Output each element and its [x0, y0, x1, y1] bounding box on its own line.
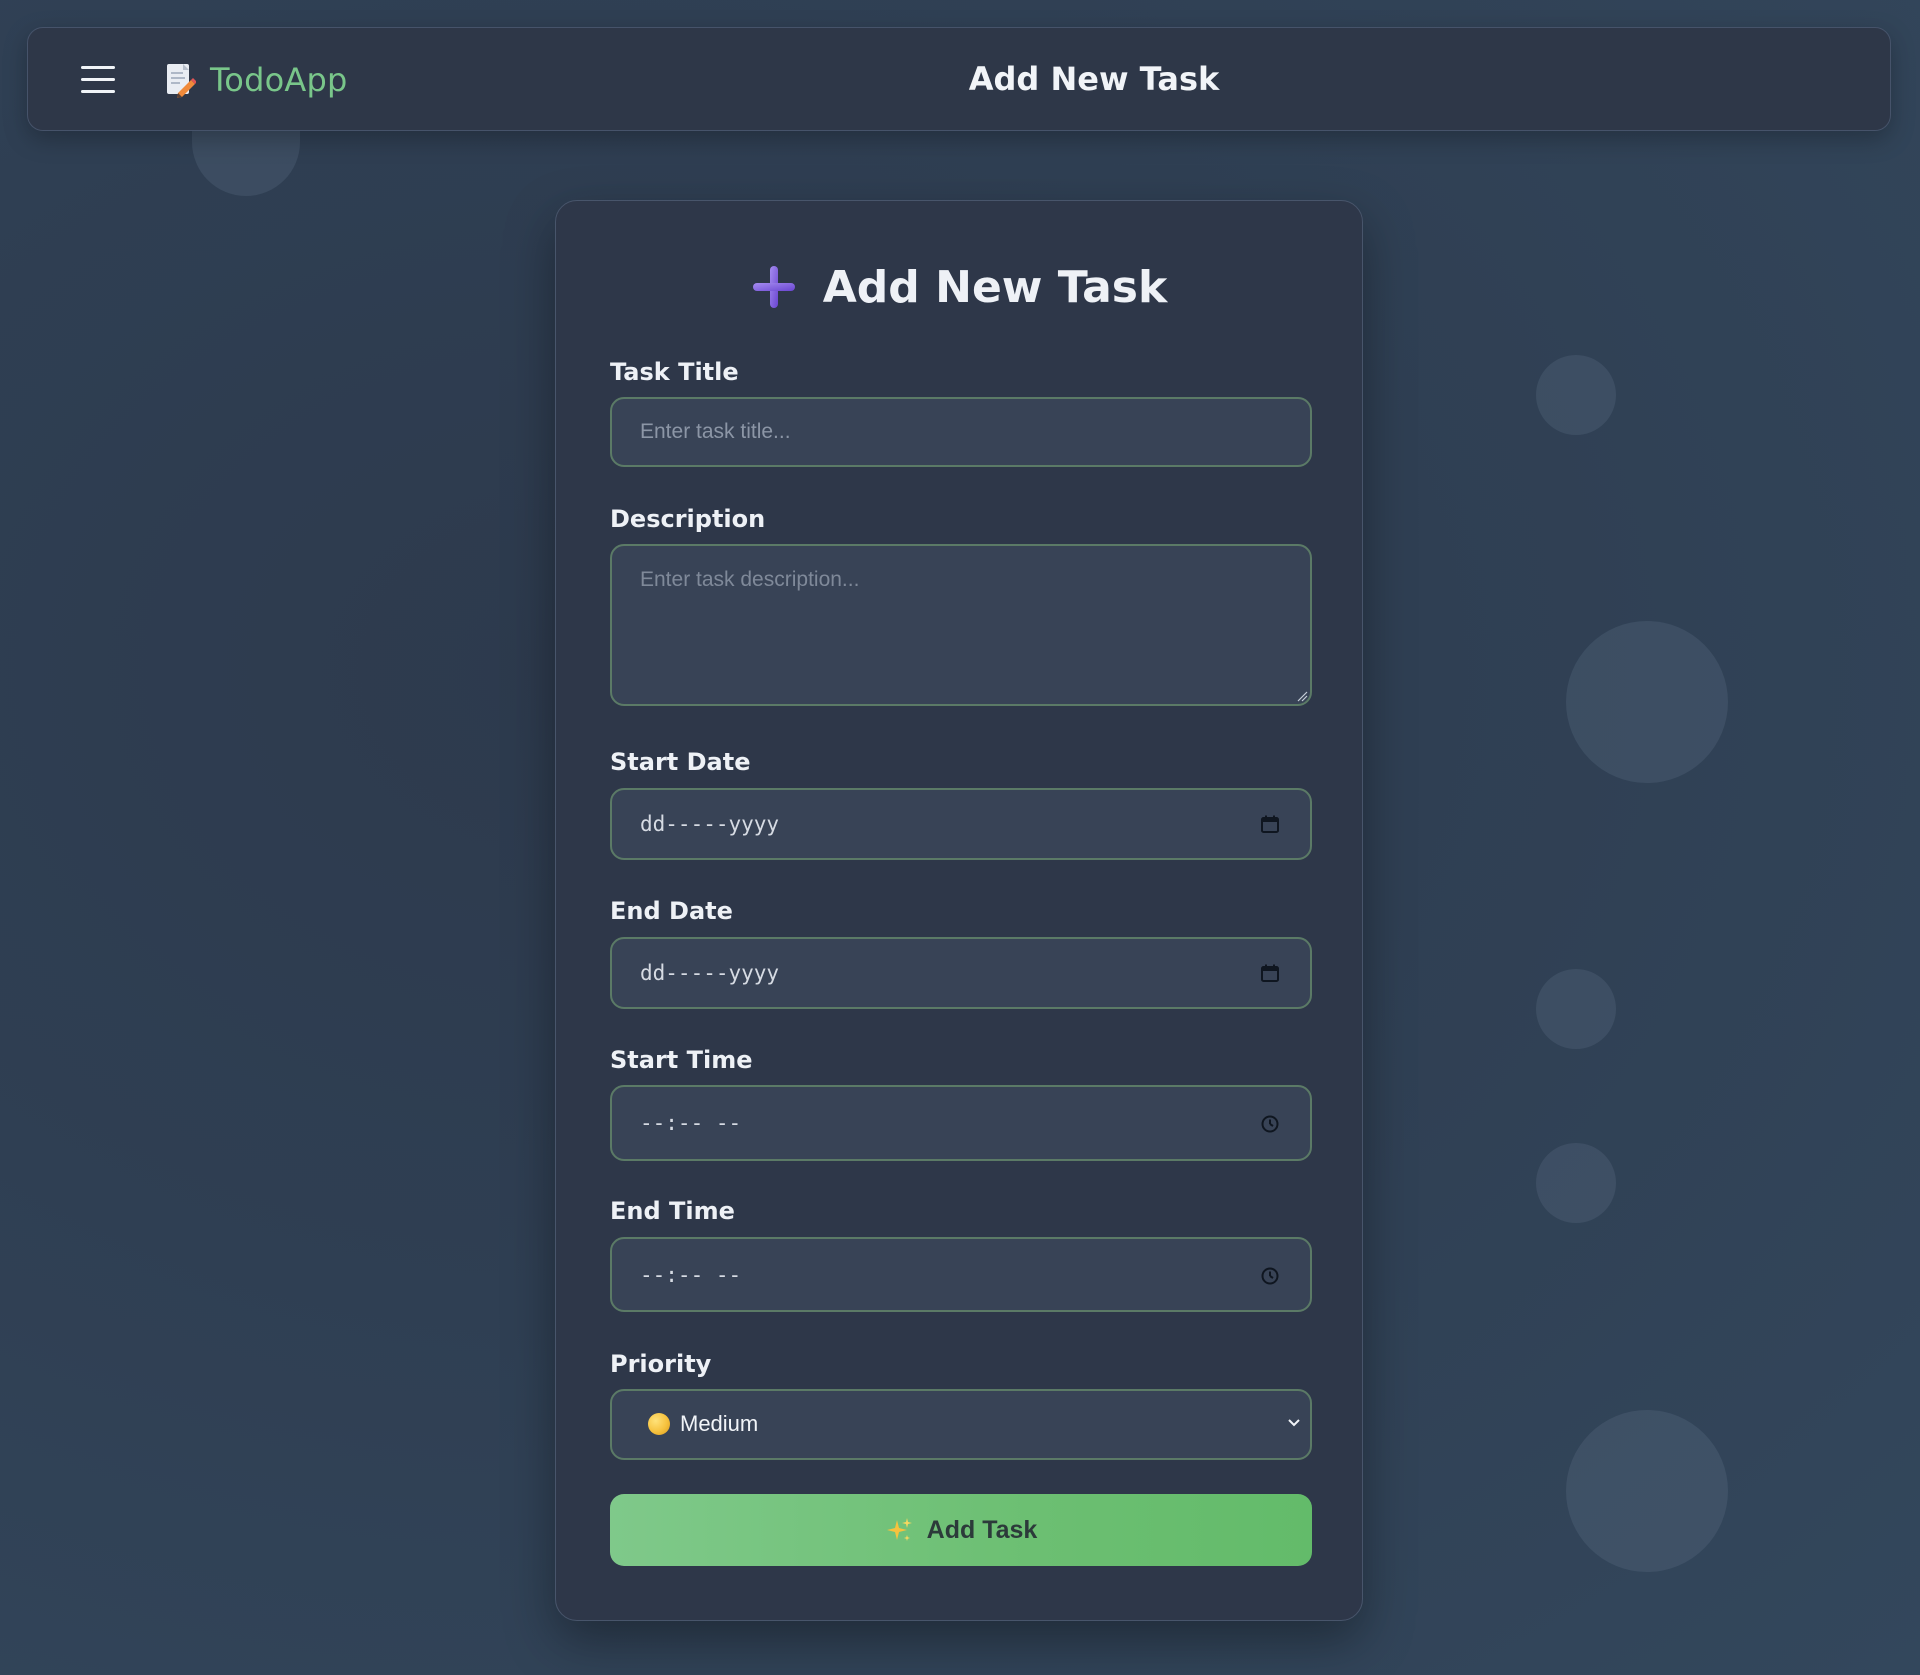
- end-time-label: End Time: [610, 1197, 735, 1225]
- start-date-label: Start Date: [610, 748, 751, 776]
- end-date-input[interactable]: dd-----yyyy: [610, 937, 1312, 1009]
- start-time-label: Start Time: [610, 1046, 753, 1074]
- background-bubble: [1536, 355, 1616, 435]
- description-placeholder: Enter task description...: [640, 568, 860, 591]
- resize-grip-icon[interactable]: [1296, 690, 1308, 702]
- top-navbar: TodoApp Add New Task: [27, 27, 1891, 131]
- end-time-input[interactable]: --:-- --: [610, 1237, 1312, 1312]
- background-bubble: [1566, 1410, 1728, 1572]
- task-title-placeholder: Enter task title...: [640, 420, 791, 443]
- start-date-input[interactable]: dd-----yyyy: [610, 788, 1312, 860]
- add-task-button[interactable]: Add Task: [610, 1494, 1312, 1566]
- page-title: Add New Task: [968, 60, 1220, 98]
- end-time-placeholder: --:-- --: [640, 1263, 742, 1287]
- end-date-placeholder: dd-----yyyy: [640, 961, 780, 985]
- background-bubble: [1536, 1143, 1616, 1223]
- form-heading: Add New Task: [556, 257, 1362, 317]
- yellow-circle-icon: [648, 1413, 670, 1435]
- task-title-label: Task Title: [610, 358, 739, 386]
- priority-selected-value: Medium: [680, 1411, 759, 1436]
- start-time-placeholder: --:-- --: [640, 1111, 742, 1135]
- sparkles-icon: [886, 1518, 912, 1541]
- calendar-icon[interactable]: [1260, 814, 1280, 834]
- background-bubble: [1566, 621, 1728, 783]
- end-date-label: End Date: [610, 897, 733, 925]
- task-title-input[interactable]: Enter task title...: [610, 397, 1312, 467]
- description-textarea[interactable]: Enter task description...: [610, 544, 1312, 706]
- form-heading-text: Add New Task: [822, 261, 1168, 313]
- clock-icon[interactable]: [1260, 1266, 1280, 1286]
- clock-icon[interactable]: [1260, 1114, 1280, 1134]
- description-label: Description: [610, 505, 766, 533]
- add-task-button-label: Add Task: [926, 1515, 1038, 1544]
- calendar-icon[interactable]: [1260, 963, 1280, 983]
- add-task-form-card: Add New Task Task Title Enter task title…: [555, 200, 1363, 1621]
- start-date-placeholder: dd-----yyyy: [640, 812, 780, 836]
- start-time-input[interactable]: --:-- --: [610, 1085, 1312, 1161]
- chevron-down-icon[interactable]: [1286, 1415, 1302, 1431]
- priority-select[interactable]: Medium: [610, 1389, 1312, 1460]
- priority-label: Priority: [610, 1350, 712, 1378]
- plus-icon: [752, 266, 795, 308]
- background-bubble: [1536, 969, 1616, 1049]
